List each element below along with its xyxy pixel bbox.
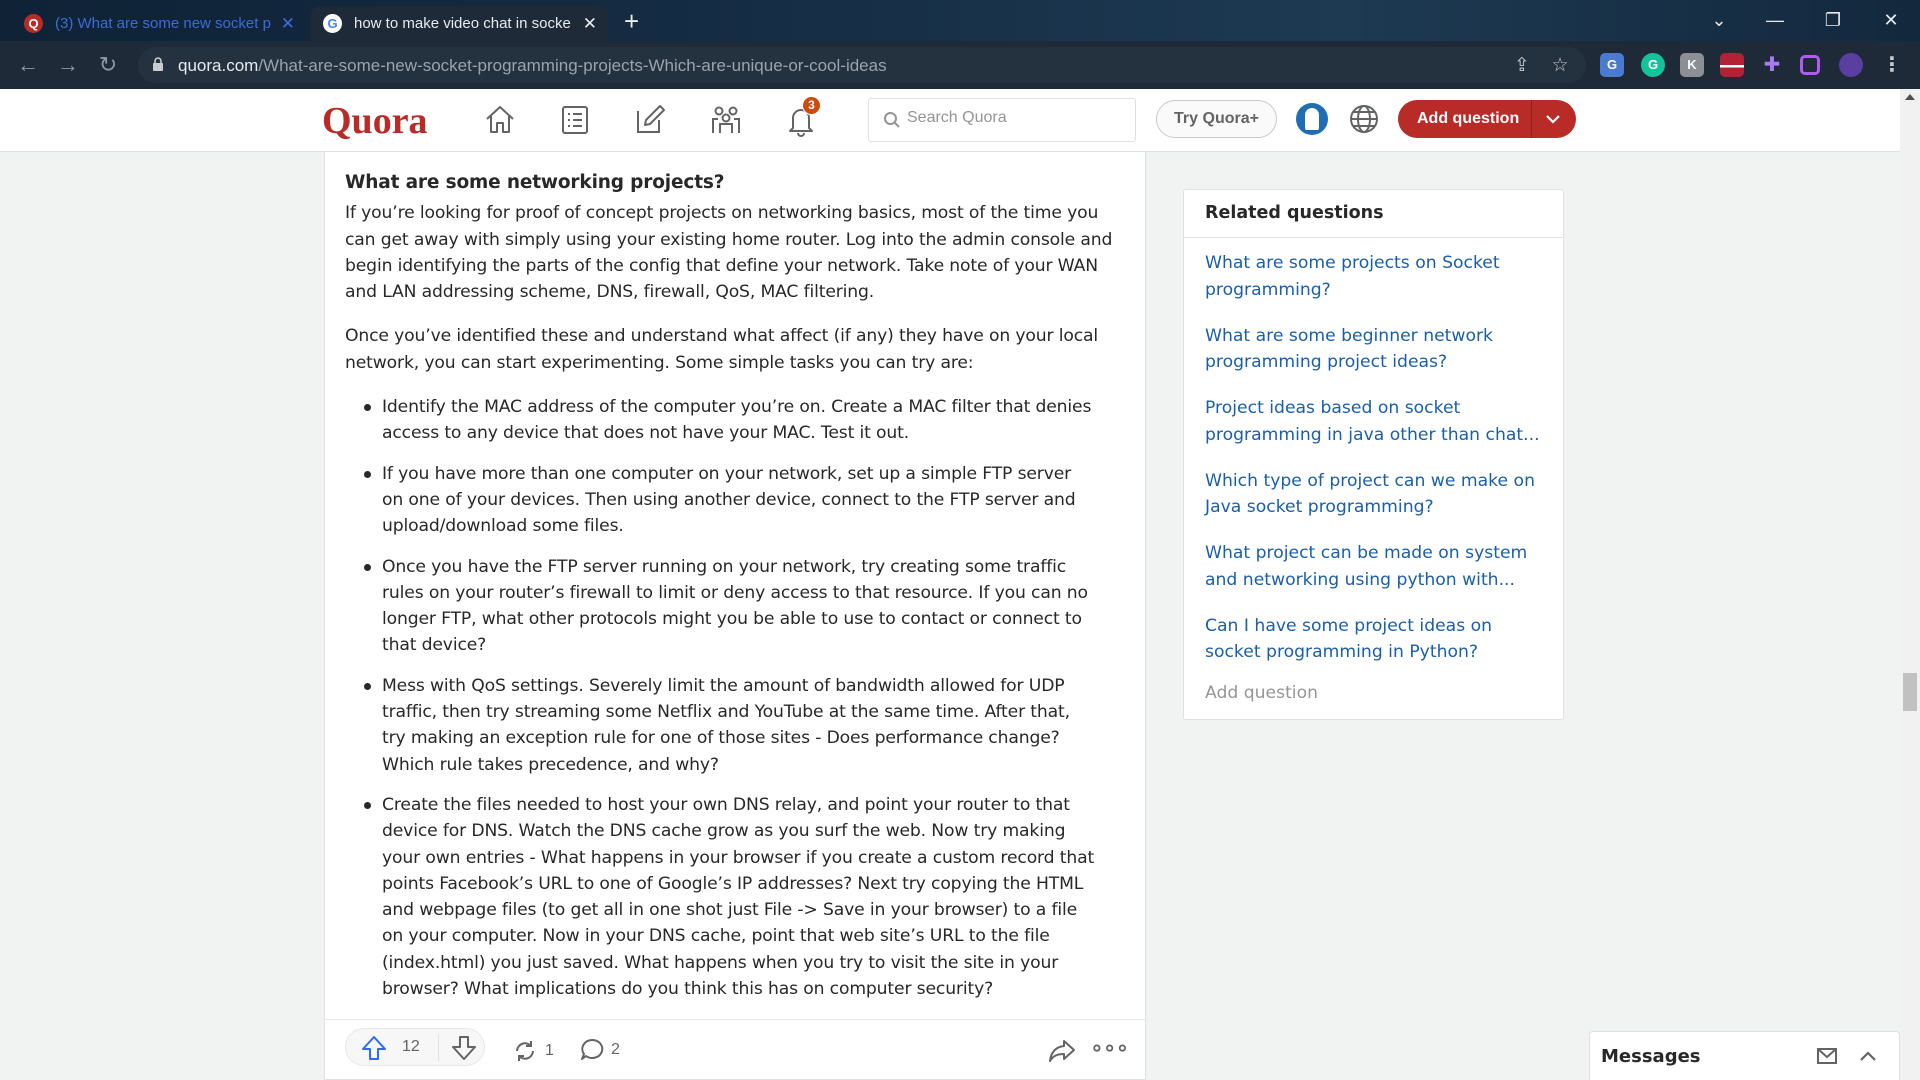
search-input[interactable] bbox=[907, 109, 1127, 127]
quora-logo[interactable]: Quora bbox=[322, 99, 428, 143]
forward-icon[interactable]: → bbox=[52, 49, 84, 81]
extension-icon[interactable]: K bbox=[1680, 53, 1704, 77]
comment-group[interactable]: 2 bbox=[579, 1037, 620, 1063]
related-questions-title: Related questions bbox=[1184, 190, 1563, 238]
answer-paragraph: If you’re looking for proof of concept p… bbox=[345, 203, 1113, 303]
tab-search-icon[interactable]: ⌄ bbox=[1696, 6, 1742, 34]
reload-icon[interactable]: ↻ bbox=[92, 49, 124, 81]
side-panel-icon[interactable] bbox=[1800, 55, 1820, 75]
related-question-link[interactable]: Can I have some project ideas on socket … bbox=[1205, 613, 1542, 666]
minimize-icon[interactable]: — bbox=[1752, 6, 1798, 34]
google-favicon-icon: G bbox=[323, 14, 342, 33]
answer-bullet-list: Identify the MAC address of the computer… bbox=[345, 394, 1125, 1002]
answer-heading: What are some networking projects? bbox=[345, 172, 725, 193]
scrollbar-thumb[interactable] bbox=[1903, 673, 1917, 711]
vote-divider bbox=[438, 1034, 439, 1061]
downvote-icon[interactable] bbox=[450, 1034, 478, 1062]
following-icon[interactable] bbox=[558, 103, 592, 137]
list-item: Mess with QoS settings. Severely limit t… bbox=[345, 673, 1125, 778]
more-menu-icon[interactable]: ⋮ bbox=[1880, 53, 1904, 77]
tab-title: how to make video chat in socke bbox=[354, 15, 571, 32]
lock-icon bbox=[153, 57, 163, 71]
share-icon[interactable]: ⇪ bbox=[1511, 55, 1533, 77]
try-quora-plus-button[interactable]: Try Quora+ bbox=[1156, 100, 1277, 138]
translate-extension-icon[interactable]: G bbox=[1600, 53, 1624, 77]
tab-google[interactable]: G how to make video chat in socke ✕ bbox=[311, 6, 609, 41]
related-question-link[interactable]: What project can be made on system and n… bbox=[1205, 540, 1542, 593]
extensions-puzzle-icon[interactable]: ✚ bbox=[1760, 53, 1784, 77]
search-box[interactable] bbox=[868, 98, 1136, 142]
globe-language-icon[interactable] bbox=[1348, 103, 1380, 140]
flag-extension-icon[interactable] bbox=[1720, 53, 1744, 77]
vote-group: 12 bbox=[345, 1028, 485, 1066]
upvote-count: 12 bbox=[402, 1038, 420, 1055]
address-bar[interactable]: quora.com/What-are-some-new-socket-progr… bbox=[138, 47, 1586, 83]
user-avatar[interactable] bbox=[1296, 103, 1328, 135]
messages-dock[interactable]: Messages bbox=[1589, 1031, 1900, 1080]
close-tab-icon[interactable]: ✕ bbox=[583, 14, 597, 34]
share-group[interactable]: 1 bbox=[511, 1037, 554, 1065]
new-tab-button[interactable]: + bbox=[624, 7, 639, 35]
related-question-link[interactable]: Which type of project can we make on Jav… bbox=[1205, 468, 1542, 521]
grammarly-extension-icon[interactable]: G bbox=[1641, 53, 1665, 77]
list-item: Once you have the FTP server running on … bbox=[345, 554, 1125, 659]
answer-body: What are some networking projects? If yo… bbox=[345, 170, 1125, 1016]
browser-toolbar: ← → ↻ quora.com/What-are-some-new-socket… bbox=[0, 41, 1920, 89]
tab-title: (3) What are some new socket p bbox=[55, 15, 271, 32]
share-count: 1 bbox=[545, 1042, 554, 1059]
messages-label: Messages bbox=[1601, 1046, 1701, 1067]
related-question-link[interactable]: What are some projects on Socket program… bbox=[1205, 250, 1542, 303]
browser-tab-bar: Q (3) What are some new socket p ✕ G how… bbox=[0, 0, 1920, 41]
answer-pencil-icon[interactable] bbox=[633, 103, 667, 137]
add-question-button[interactable]: Add question bbox=[1398, 100, 1576, 138]
add-question-link[interactable]: Add question bbox=[1205, 683, 1542, 703]
related-question-link[interactable]: What are some beginner network programmi… bbox=[1205, 323, 1542, 376]
list-item: If you have more than one computer on yo… bbox=[345, 461, 1125, 540]
close-window-icon[interactable]: ✕ bbox=[1868, 6, 1914, 34]
share-arrow-icon[interactable] bbox=[1048, 1036, 1076, 1064]
comment-count: 2 bbox=[611, 1041, 620, 1058]
answer-card: What are some networking projects? If yo… bbox=[324, 152, 1146, 1080]
bookmark-star-icon[interactable]: ☆ bbox=[1549, 55, 1571, 77]
button-divider bbox=[1531, 100, 1532, 138]
upvote-icon[interactable] bbox=[360, 1034, 388, 1062]
home-icon[interactable] bbox=[483, 103, 517, 137]
spaces-icon[interactable] bbox=[709, 103, 743, 137]
quora-header: Quora 3 Try Quora+ Add question bbox=[0, 89, 1900, 152]
page-scrollbar[interactable] bbox=[1900, 89, 1920, 1080]
related-question-link[interactable]: Project ideas based on socket programmin… bbox=[1205, 395, 1542, 448]
back-icon[interactable]: ← bbox=[12, 49, 44, 81]
chevron-up-icon[interactable] bbox=[1858, 1046, 1878, 1066]
answer-action-bar: 12 1 2 ∘∘∘ bbox=[325, 1019, 1145, 1080]
scroll-up-arrow-icon[interactable] bbox=[1905, 94, 1915, 100]
more-options-icon[interactable]: ∘∘∘ bbox=[1090, 1035, 1129, 1061]
profile-avatar[interactable] bbox=[1839, 53, 1863, 77]
reshare-icon bbox=[516, 1041, 534, 1061]
restore-icon[interactable]: ❐ bbox=[1810, 6, 1856, 34]
chevron-down-icon[interactable] bbox=[1544, 110, 1562, 128]
related-questions-panel: Related questions What are some projects… bbox=[1183, 189, 1564, 720]
quora-favicon-icon: Q bbox=[24, 14, 43, 33]
tab-quora[interactable]: Q (3) What are some new socket p ✕ bbox=[12, 6, 307, 41]
close-tab-icon[interactable]: ✕ bbox=[281, 14, 295, 34]
add-question-label: Add question bbox=[1417, 110, 1520, 127]
url-text: quora.com/What-are-some-new-socket-progr… bbox=[178, 56, 887, 75]
search-icon bbox=[884, 112, 900, 128]
notification-badge: 3 bbox=[802, 96, 821, 115]
list-item: Create the files needed to host your own… bbox=[345, 792, 1125, 1002]
list-item: Identify the MAC address of the computer… bbox=[345, 394, 1125, 447]
related-questions-list: What are some projects on Socket program… bbox=[1184, 238, 1563, 715]
compose-message-icon[interactable] bbox=[1816, 1046, 1838, 1066]
comment-icon bbox=[581, 1038, 604, 1060]
answer-paragraph: Once you’ve identified these and underst… bbox=[345, 326, 1099, 373]
